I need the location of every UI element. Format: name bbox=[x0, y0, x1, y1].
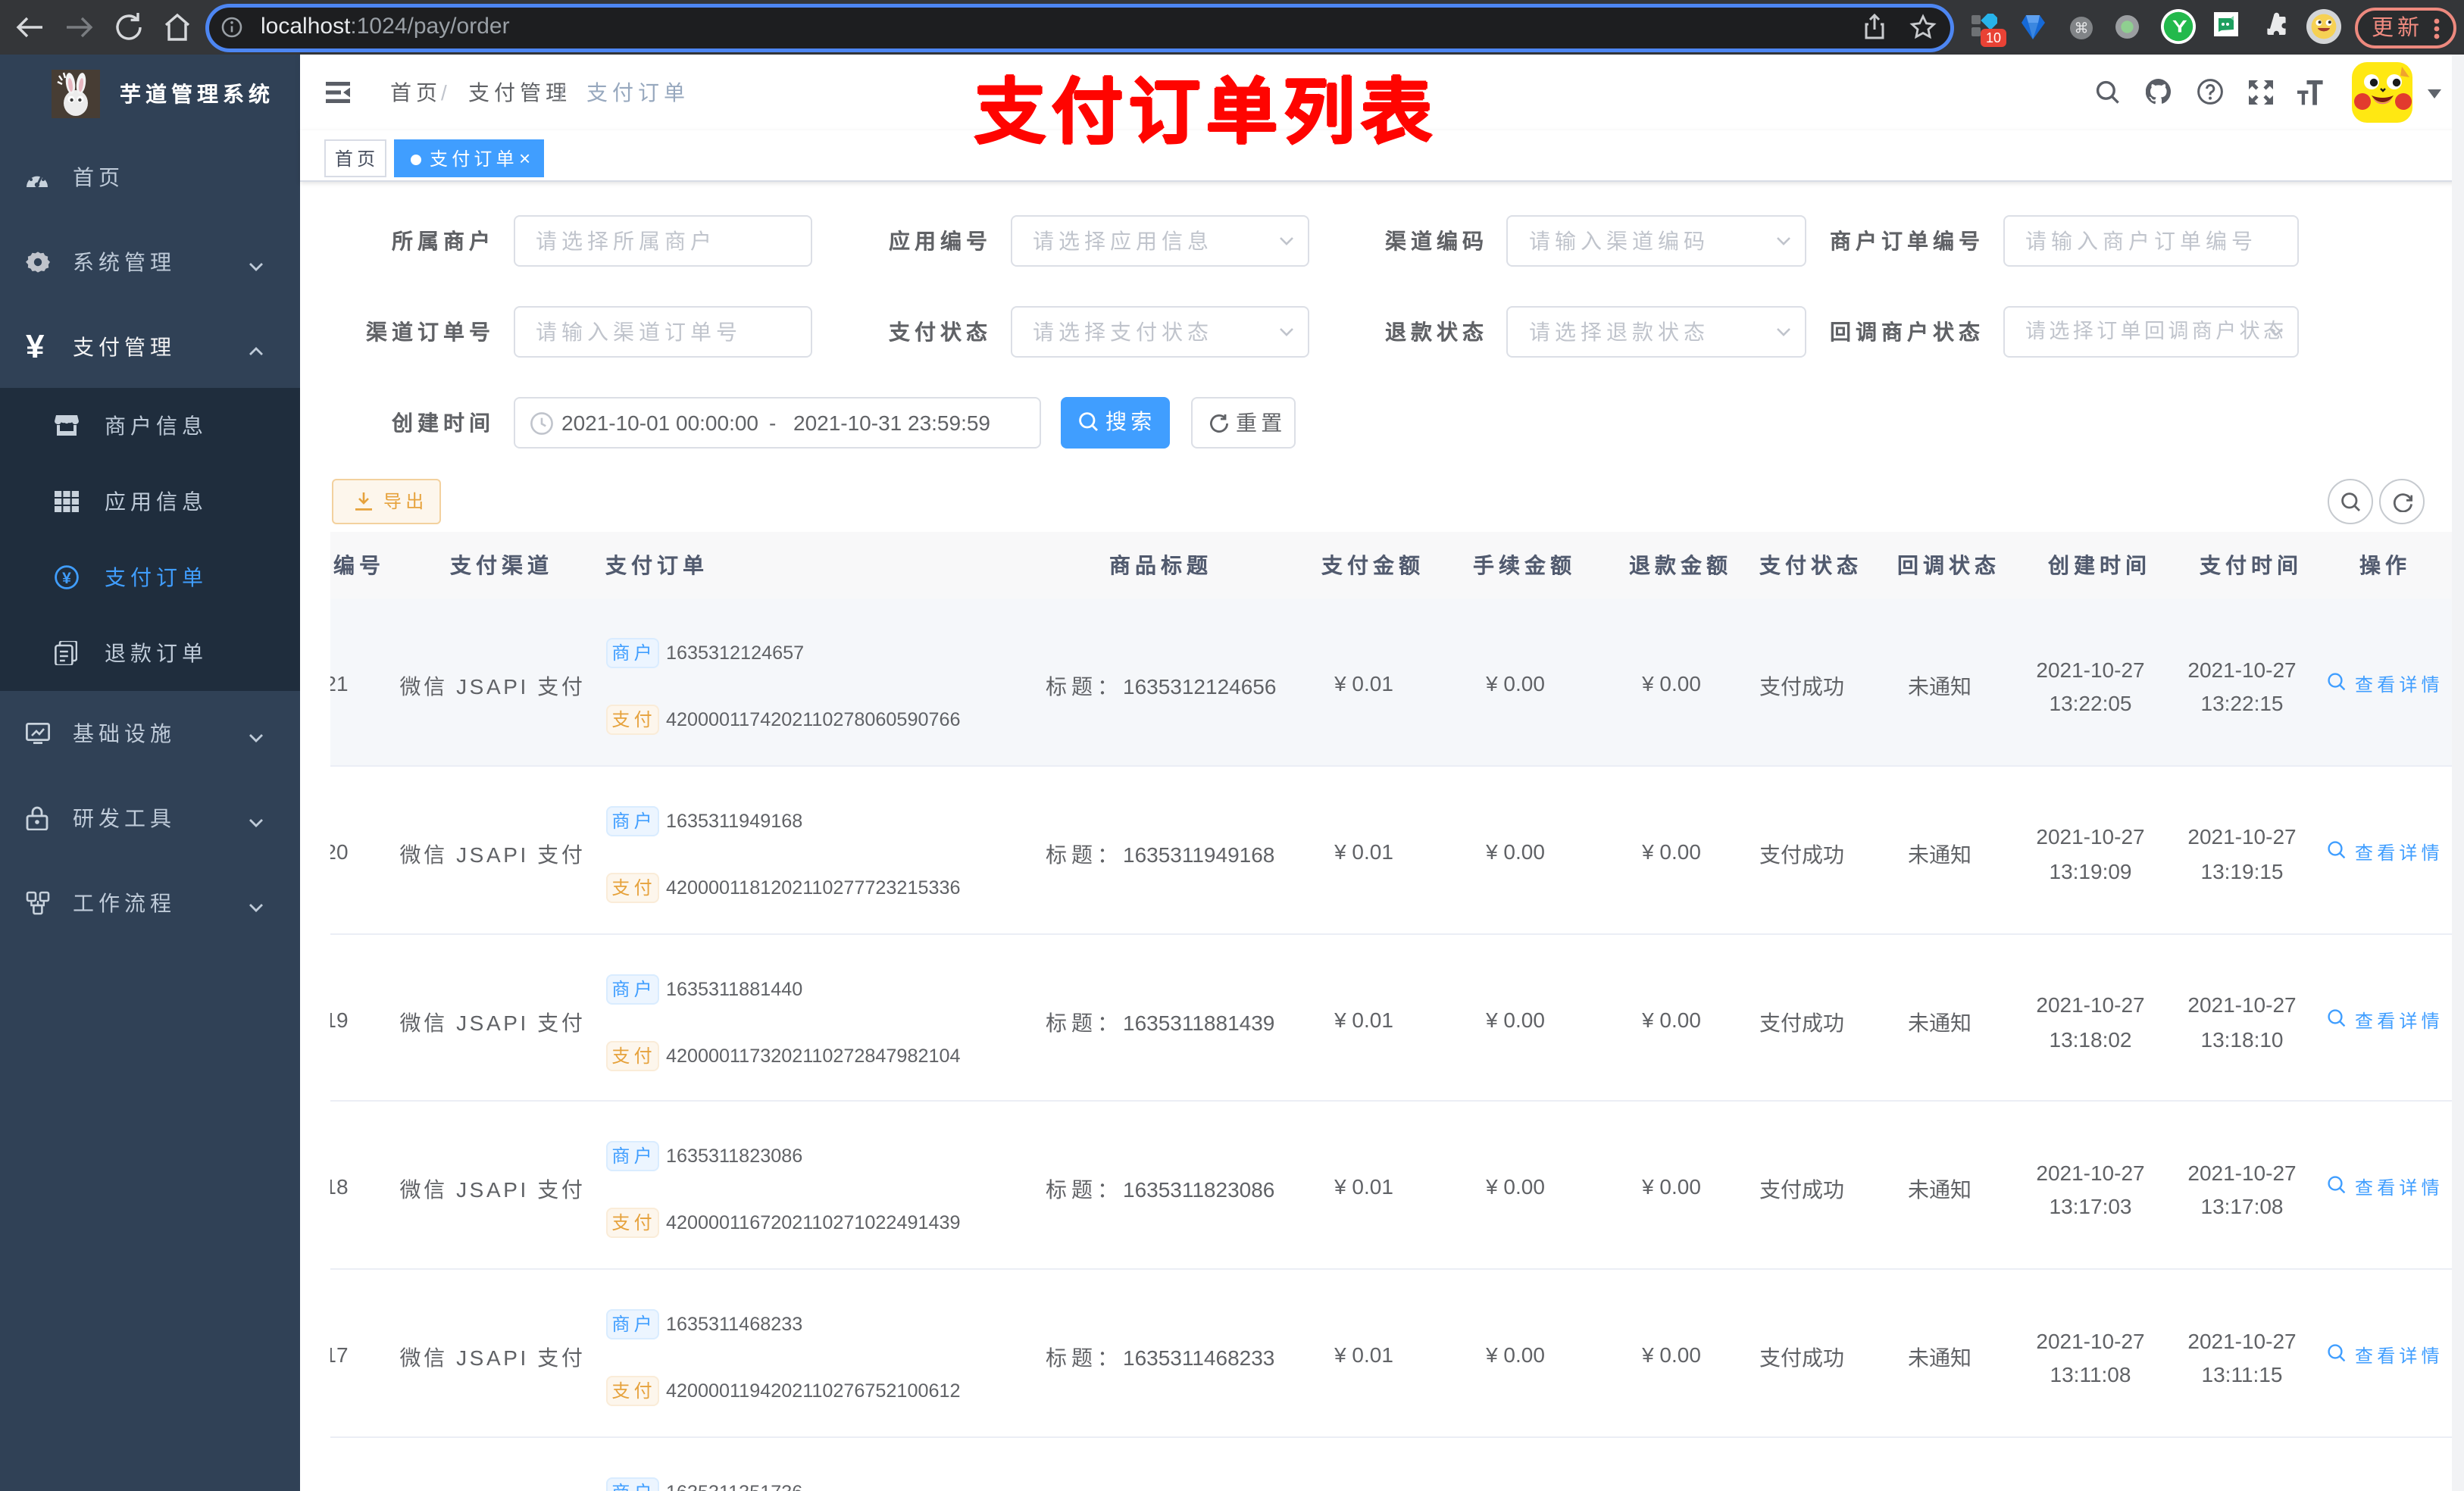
svg-text:⌘: ⌘ bbox=[2075, 20, 2089, 36]
svg-text:¥: ¥ bbox=[62, 570, 71, 588]
